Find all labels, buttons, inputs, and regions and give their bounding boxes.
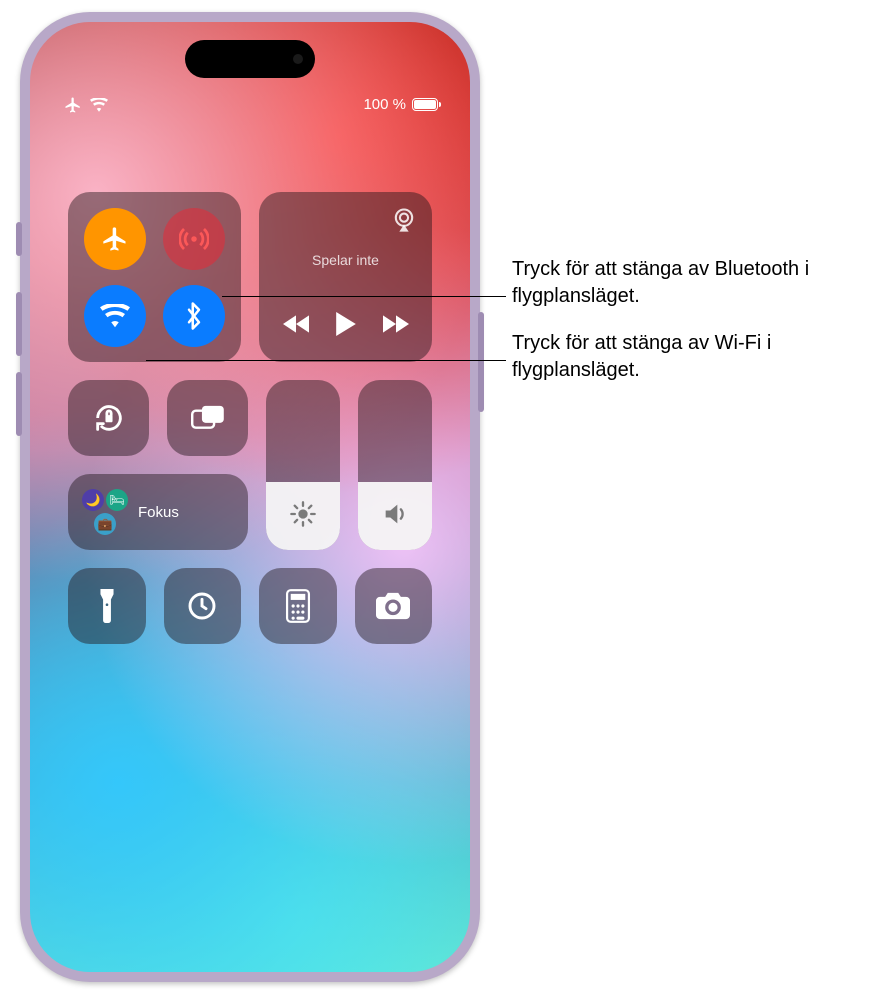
camera-icon (376, 592, 410, 620)
wifi-status-icon (90, 98, 108, 112)
play-button[interactable] (335, 312, 357, 336)
battery-icon (412, 98, 438, 111)
calculator-icon (285, 589, 311, 623)
screen-mirroring-button[interactable] (167, 380, 248, 456)
volume-down-button (16, 372, 22, 436)
timer-button[interactable] (164, 568, 242, 644)
power-button (478, 312, 484, 412)
brightness-slider[interactable] (266, 380, 340, 550)
callout-bluetooth: Tryck för att stänga av Bluetooth i flyg… (512, 256, 872, 310)
airplane-icon (101, 225, 129, 253)
wifi-toggle[interactable] (84, 285, 146, 347)
side-button (16, 222, 22, 256)
orientation-lock-toggle[interactable] (68, 380, 149, 456)
volume-up-button (16, 292, 22, 356)
focus-button[interactable]: 🌙 🛏 💼 Fokus (68, 474, 248, 550)
airplane-status-icon (64, 96, 82, 114)
focus-label: Fokus (138, 504, 179, 521)
airplane-mode-toggle[interactable] (84, 208, 146, 270)
dynamic-island (185, 40, 315, 78)
bluetooth-icon (184, 301, 204, 331)
wifi-icon (100, 304, 130, 328)
timer-icon (186, 590, 218, 622)
rewind-button[interactable] (283, 315, 309, 333)
screen-mirroring-icon (191, 404, 225, 432)
callout-bluetooth-text: Tryck för att stänga av Bluetooth i flyg… (512, 258, 809, 307)
bluetooth-toggle[interactable] (163, 285, 225, 347)
screen: 100 % (30, 22, 470, 972)
brightness-icon (289, 500, 317, 528)
flashlight-button[interactable] (68, 568, 146, 644)
cellular-data-toggle[interactable] (163, 208, 225, 270)
phone-frame: 100 % (20, 12, 480, 982)
callout-wifi-text: Tryck för att stänga av Wi‑Fi i flygplan… (512, 332, 771, 381)
control-center: Spelar inte (68, 192, 432, 644)
focus-modes-icon: 🌙 🛏 💼 (82, 489, 128, 535)
calculator-button[interactable] (259, 568, 337, 644)
flashlight-icon (97, 589, 117, 623)
orientation-lock-icon (92, 401, 126, 435)
cellular-icon (179, 224, 209, 254)
media-title: Spelar inte (259, 252, 432, 268)
camera-button[interactable] (355, 568, 433, 644)
battery-percent: 100 % (363, 96, 406, 113)
airplay-icon[interactable] (390, 206, 418, 234)
connectivity-panel (68, 192, 241, 362)
callout-wifi: Tryck för att stänga av Wi‑Fi i flygplan… (512, 330, 872, 384)
volume-icon (381, 500, 409, 528)
media-panel[interactable]: Spelar inte (259, 192, 432, 362)
volume-slider[interactable] (358, 380, 432, 550)
forward-button[interactable] (383, 315, 409, 333)
